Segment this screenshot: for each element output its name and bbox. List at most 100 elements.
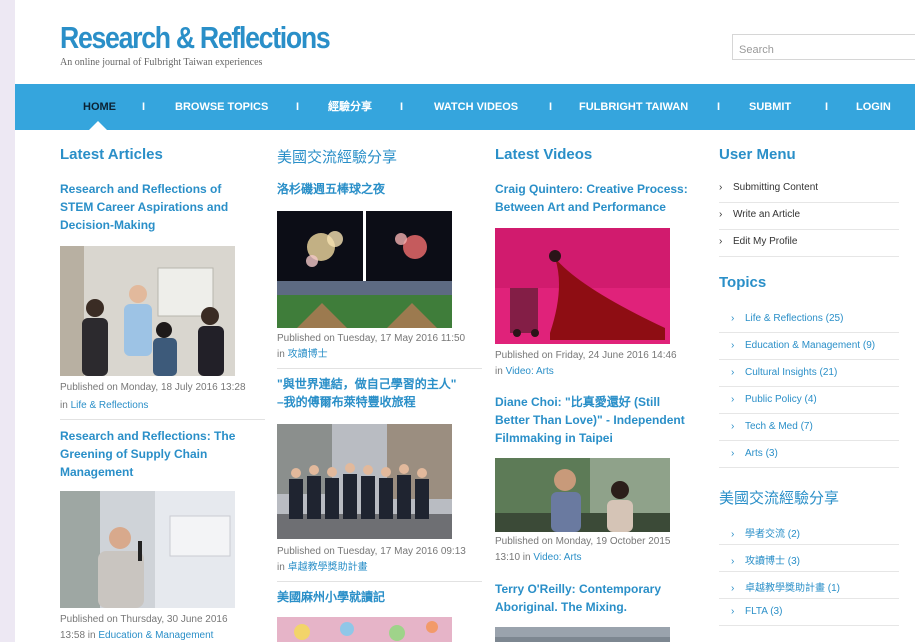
nav-login[interactable]: LOGIN (856, 84, 891, 130)
search-input[interactable] (732, 34, 915, 60)
video-category-line: 13:10 in Video: Arts (495, 550, 582, 566)
video-title[interactable]: Diane Choi: "比真愛還好 (Still Better Than Lo… (495, 393, 685, 447)
topic-divider (719, 467, 899, 468)
chevron-right-icon: › (731, 367, 735, 378)
article-title[interactable]: Research and Reflections of STEM Career … (60, 180, 228, 234)
topic-divider (719, 359, 899, 360)
nav-watch-videos[interactable]: WATCH VIDEOS (434, 84, 518, 130)
topic-link-public-policy[interactable]: › Public Policy (4) (731, 394, 817, 405)
page: Research & Reflections An online journal… (15, 0, 915, 642)
article-title[interactable]: Research and Reflections: The Greening o… (60, 427, 235, 481)
article-title-line: STEM Career Aspirations and (60, 200, 229, 214)
nav-fulbright-taiwan[interactable]: FULBRIGHT TAIWAN (579, 84, 688, 130)
article-title-line: Research and Reflections: The (60, 429, 236, 443)
exchange-category-link[interactable]: 攻讀博士 (288, 349, 328, 360)
chevron-right-icon: › (731, 394, 735, 405)
video-thumbnail-mixing[interactable] (495, 627, 670, 642)
sidebar: User Menu › Submitting Content › Write an … (719, 130, 915, 642)
video-category-line: in Video: Arts (495, 364, 554, 380)
article-in-label: in (60, 400, 68, 411)
video-category-link[interactable]: Video: Arts (506, 366, 554, 377)
topic-divider (719, 625, 899, 626)
article-title-line: Greening of Supply Chain (60, 447, 208, 461)
topic-link-arts[interactable]: › Arts (3) (731, 448, 778, 459)
topic-link-phd-study[interactable]: › 攻讀博士 (3) (731, 552, 800, 567)
video-title-line: Better Than Love)" - Independent (495, 413, 685, 427)
topic-link-cultural-insights[interactable]: › Cultural Insights (21) (731, 367, 837, 378)
chevron-right-icon: › (731, 583, 735, 594)
user-menu-heading: User Menu (719, 146, 796, 163)
video-title-line: Terry O'Reilly: Contemporary (495, 582, 662, 596)
user-menu-write-article[interactable]: › Write an Article (719, 209, 800, 220)
topic-label: Tech & Med (745, 421, 798, 432)
article-in-label: in (495, 366, 503, 377)
article-divider (277, 581, 482, 582)
topic-divider (719, 440, 899, 441)
video-category-link[interactable]: Video: Arts (533, 552, 581, 563)
video-title[interactable]: Terry O'Reilly: Contemporary Aboriginal.… (495, 580, 661, 616)
topic-label: Education & Management (745, 340, 861, 351)
video-title-line: Between Art and Performance (495, 200, 666, 214)
video-title-line: Diane Choi: "比真愛還好 (Still (495, 395, 661, 409)
exchange-heading: 美國交流經驗分享 (277, 149, 398, 166)
nav-experience-sharing[interactable]: 經驗分享 (328, 84, 372, 130)
chevron-right-icon: › (719, 209, 723, 220)
video-published-date: Published on Friday, 24 June 2016 14:46 (495, 350, 677, 361)
topic-label: 卓越教學獎助計畫 (745, 583, 825, 594)
latest-videos-heading: Latest Videos (495, 146, 593, 163)
article-in-label: in (277, 562, 285, 573)
topic-link-life-reflections[interactable]: › Life & Reflections (25) (731, 313, 843, 324)
video-title[interactable]: Craig Quintero: Creative Process: Betwee… (495, 180, 688, 216)
nav-browse-topics[interactable]: BROWSE TOPICS (175, 84, 268, 130)
video-thumbnail-film[interactable] (495, 458, 670, 532)
topic-link-tech-med[interactable]: › Tech & Med (7) (731, 421, 813, 432)
exchange-topics-heading: 美國交流經驗分享 (719, 490, 840, 507)
article-category-link[interactable]: Life & Reflections (71, 400, 149, 411)
topic-divider (719, 571, 899, 572)
topic-link-scholar-exchange[interactable]: › 學者交流 (2) (731, 525, 800, 540)
article-title-line: 洛杉磯週五棒球之夜 (277, 182, 386, 196)
article-photo-presentation[interactable] (60, 491, 235, 608)
article-title-line: 美國麻州小學就讀記 (277, 590, 386, 604)
menu-divider (719, 229, 899, 230)
exchange-article-title[interactable]: "與世界連結，做自己學習的主人" –我的傅爾布萊特豐收旅程 (277, 375, 456, 411)
article-title-line: Management (60, 465, 134, 479)
video-published-date: Published on Monday, 19 October 2015 (495, 536, 671, 547)
exchange-category-link[interactable]: 卓越教學獎助計畫 (288, 562, 368, 573)
topic-link-education-management[interactable]: › Education & Management (9) (731, 340, 875, 351)
topic-label: FLTA (745, 606, 768, 617)
video-title-line: Aboriginal. The Mixing. (495, 600, 627, 614)
topic-label: Arts (745, 448, 763, 459)
exchange-photo-school[interactable] (277, 617, 452, 642)
exchange-photo-group[interactable] (277, 424, 452, 539)
article-title-line: Research and Reflections of (60, 182, 222, 196)
chevron-right-icon: › (731, 313, 735, 324)
latest-videos-column: Latest Videos Craig Quintero: Creative P… (495, 130, 705, 642)
article-published-date: Published on Monday, 18 July 2016 13:28 (60, 382, 246, 393)
user-menu-edit-profile[interactable]: › Edit My Profile (719, 236, 797, 247)
topic-link-teaching-excellence[interactable]: › 卓越教學獎助計畫 (1) (731, 579, 840, 594)
menu-link-label: Write an Article (733, 209, 801, 220)
site-title[interactable]: Research & Reflections (60, 18, 331, 58)
exchange-photo-baseball[interactable] (277, 211, 452, 328)
nav-submit[interactable]: SUBMIT (749, 84, 791, 130)
menu-link-label: Edit My Profile (733, 236, 798, 247)
chevron-right-icon: › (719, 236, 723, 247)
article-category-link[interactable]: Education & Management (98, 630, 213, 641)
article-category-line: in Life & Reflections (60, 398, 148, 414)
exchange-category-line: in 卓越教學獎助計畫 (277, 560, 368, 576)
chevron-right-icon: › (731, 606, 735, 617)
exchange-article-title[interactable]: 洛杉磯週五棒球之夜 (277, 180, 385, 198)
menu-divider (719, 202, 899, 203)
menu-link-label: Submitting Content (733, 182, 819, 193)
article-title-line: "與世界連結，做自己學習的主人" (277, 377, 457, 391)
topic-link-flta[interactable]: › FLTA (3) (731, 606, 782, 617)
video-published-time: 13:10 in (495, 552, 531, 563)
user-menu-submitting-content[interactable]: › Submitting Content (719, 182, 818, 193)
chevron-right-icon: › (731, 529, 735, 540)
video-thumbnail-performance[interactable] (495, 228, 670, 344)
article-photo-meeting[interactable] (60, 246, 235, 376)
video-title-line: Craig Quintero: Creative Process: (495, 182, 688, 196)
topic-divider (719, 413, 899, 414)
exchange-article-title[interactable]: 美國麻州小學就讀記 (277, 588, 385, 606)
